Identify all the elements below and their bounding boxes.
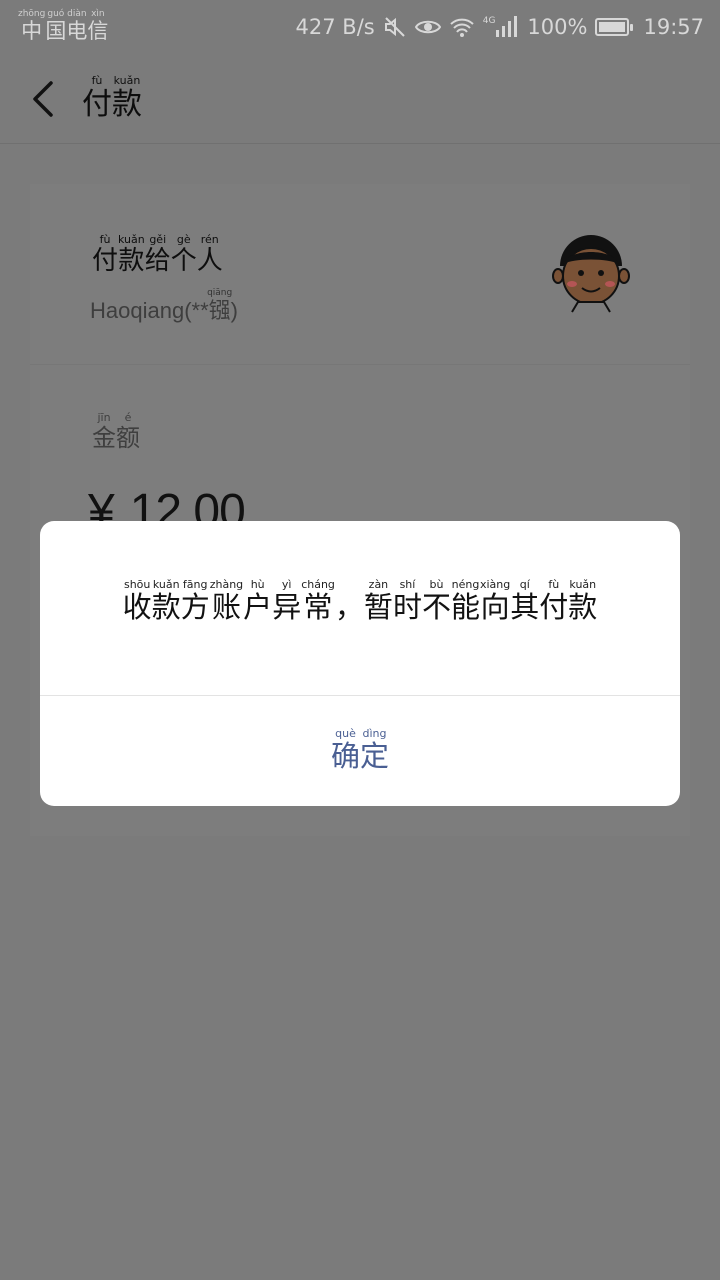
wifi-icon: [449, 16, 475, 38]
eye-icon: [414, 17, 441, 37]
ruby-char: 信xìn: [87, 9, 109, 44]
payee-label: 付fù款kuǎn给gěi个gè人rén: [92, 234, 223, 277]
confirm-button[interactable]: 确què 定dìng: [40, 696, 680, 806]
dialog-message: 收shōu款kuǎn方fāng账zhàng户hù异yì常cháng，暂zàn时s…: [40, 579, 680, 626]
signal-icon: 4G: [483, 16, 520, 38]
battery-icon: [595, 18, 634, 36]
ruby-char: 确què: [330, 726, 360, 773]
payee-name-suffix: ): [230, 298, 238, 323]
ruby-char: 付fù: [92, 233, 119, 276]
ruby-char: 暂zàn: [363, 578, 393, 624]
ruby-char: 常cháng: [301, 578, 335, 624]
chevron-left-icon: [33, 80, 53, 117]
status-icons: 427 B/s 4G 100% 19:57: [296, 15, 704, 39]
ruby-char: 收shōu: [122, 578, 152, 624]
ruby-char: 给gěi: [144, 233, 171, 276]
network-speed: 427 B/s: [295, 15, 375, 39]
payee-name-prefix: Haoqiang(**: [90, 298, 209, 323]
ruby-char: 定dìng: [360, 726, 390, 773]
ruby-char: 人rén: [196, 233, 223, 276]
ruby-char: 个gè: [170, 233, 197, 276]
ruby-char: 电diàn: [66, 9, 88, 44]
ruby-char: 付fù: [539, 578, 569, 624]
avatar[interactable]: [546, 228, 636, 318]
card-divider: [30, 364, 690, 365]
ruby-char: 付fù: [82, 73, 112, 122]
payee-name: Haoqiang(**镪qiāng): [90, 288, 238, 325]
ruby-char: 款kuǎn: [118, 233, 145, 276]
ruby-char: 账zhàng: [209, 578, 244, 624]
ruby-char: 款kuǎn: [568, 578, 598, 624]
ruby-char: ，: [334, 590, 364, 624]
ruby-char: 户hù: [243, 578, 273, 624]
ruby-char: 国guó: [45, 9, 67, 44]
ruby-char: 款kuǎn: [112, 73, 142, 122]
ruby-char: 额é: [116, 411, 140, 452]
battery-percent: 100%: [527, 15, 588, 39]
ruby-char: 款kuǎn: [151, 578, 181, 624]
alert-dialog: 收shōu款kuǎn方fāng账zhàng户hù异yì常cháng，暂zàn时s…: [40, 521, 680, 806]
ruby-char: 不bù: [421, 578, 451, 624]
ruby-char: 方fāng: [180, 578, 210, 624]
clock: 19:57: [643, 15, 704, 39]
back-button[interactable]: [14, 69, 74, 129]
page-title: 付fù款kuǎn: [82, 75, 142, 123]
amount-label: 金jīn额é: [92, 412, 140, 453]
network-type: 4G: [482, 16, 496, 26]
ruby-char: 中zhōng: [18, 9, 46, 44]
carrier-name: 中zhōng国guó电diàn信xìn: [18, 9, 108, 45]
payee-name-char: 镪qiāng: [207, 288, 233, 324]
ruby-char: 能néng: [450, 578, 480, 624]
ruby-char: 向xiàng: [479, 578, 511, 624]
ruby-char: 时shí: [392, 578, 422, 624]
app-header: 付fù款kuǎn: [0, 54, 720, 144]
status-bar: 中zhōng国guó电diàn信xìn 427 B/s 4G 100% 19:5…: [0, 0, 720, 54]
ruby-char: 其qí: [510, 578, 540, 624]
ruby-char: 金jīn: [92, 411, 116, 452]
mute-icon: [383, 15, 407, 39]
ruby-char: 异yì: [272, 578, 302, 624]
